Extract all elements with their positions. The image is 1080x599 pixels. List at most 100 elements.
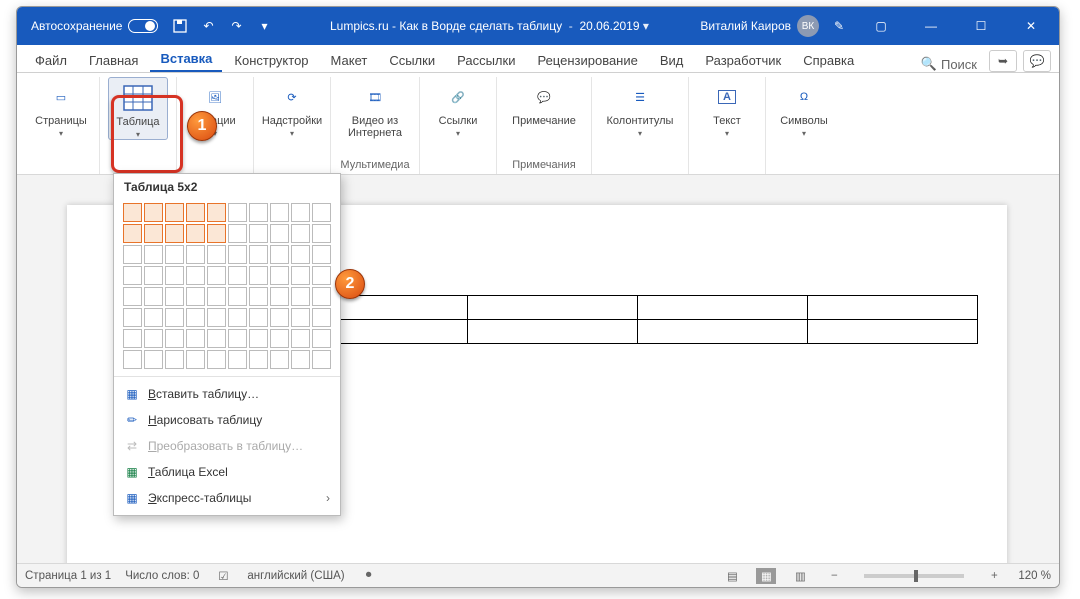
status-language[interactable]: английский (США) [247, 570, 344, 582]
grid-cell[interactable] [144, 245, 163, 264]
grid-cell[interactable] [186, 308, 205, 327]
grid-cell[interactable] [312, 245, 331, 264]
maximize-button[interactable]: ☐ [959, 7, 1003, 45]
coming-soon-icon[interactable]: ✎ [830, 17, 848, 35]
grid-cell[interactable] [207, 308, 226, 327]
grid-cell[interactable] [123, 245, 142, 264]
grid-cell[interactable] [249, 266, 268, 285]
grid-cell[interactable] [291, 224, 310, 243]
grid-cell[interactable] [270, 287, 289, 306]
symbols-button[interactable]: Ω Символы ▾ [774, 77, 834, 138]
status-words[interactable]: Число слов: 0 [125, 570, 199, 582]
macro-icon[interactable]: ⏺ [359, 568, 379, 584]
grid-cell[interactable] [207, 224, 226, 243]
grid-cell[interactable] [207, 287, 226, 306]
grid-cell[interactable] [249, 308, 268, 327]
grid-cell[interactable] [165, 308, 184, 327]
grid-cell[interactable] [207, 266, 226, 285]
minimize-button[interactable]: — [909, 7, 953, 45]
undo-icon[interactable]: ↶ [199, 17, 217, 35]
table-button[interactable]: Таблица ▾ [108, 77, 168, 140]
grid-cell[interactable] [291, 245, 310, 264]
grid-cell[interactable] [123, 224, 142, 243]
save-icon[interactable] [171, 17, 189, 35]
grid-cell[interactable] [186, 329, 205, 348]
grid-cell[interactable] [249, 287, 268, 306]
web-layout-icon[interactable]: ▥ [790, 568, 810, 584]
grid-cell[interactable] [270, 203, 289, 222]
grid-cell[interactable] [270, 350, 289, 369]
grid-cell[interactable] [144, 350, 163, 369]
text-button[interactable]: A Текст ▾ [697, 77, 757, 138]
tab-file[interactable]: Файл [25, 49, 77, 72]
grid-cell[interactable] [270, 266, 289, 285]
autosave-toggle[interactable] [128, 19, 158, 33]
spellcheck-icon[interactable]: ☑ [213, 568, 233, 584]
tab-help[interactable]: Справка [793, 49, 864, 72]
grid-cell[interactable] [144, 329, 163, 348]
comment-button[interactable]: 💬 Примечание [505, 77, 583, 127]
grid-cell[interactable] [186, 266, 205, 285]
menu-excel-table[interactable]: ▦ Таблица Excel [114, 459, 340, 485]
grid-cell[interactable] [228, 203, 247, 222]
grid-cell[interactable] [312, 308, 331, 327]
grid-cell[interactable] [312, 329, 331, 348]
menu-quick-tables[interactable]: ▦ Экспресс-таблицы › [114, 485, 340, 511]
grid-cell[interactable] [186, 203, 205, 222]
grid-cell[interactable] [249, 224, 268, 243]
avatar[interactable]: ВК [797, 15, 819, 37]
ribbon-display-icon[interactable]: ▢ [859, 7, 903, 45]
grid-cell[interactable] [165, 203, 184, 222]
grid-cell[interactable] [228, 287, 247, 306]
grid-cell[interactable] [291, 203, 310, 222]
pages-button[interactable]: ▭ Страницы ▾ [31, 77, 91, 138]
grid-cell[interactable] [291, 308, 310, 327]
grid-cell[interactable] [312, 203, 331, 222]
table-size-grid[interactable] [122, 202, 332, 370]
grid-cell[interactable] [228, 308, 247, 327]
read-mode-icon[interactable]: ▤ [722, 568, 742, 584]
grid-cell[interactable] [207, 350, 226, 369]
tab-mailings[interactable]: Рассылки [447, 49, 525, 72]
qat-dropdown-icon[interactable]: ▾ [255, 17, 273, 35]
grid-cell[interactable] [186, 245, 205, 264]
tab-insert[interactable]: Вставка [150, 47, 222, 72]
grid-cell[interactable] [312, 287, 331, 306]
addins-button[interactable]: ⟳ Надстройки ▾ [262, 77, 322, 138]
grid-cell[interactable] [249, 203, 268, 222]
links-button[interactable]: 🔗 Ссылки ▾ [428, 77, 488, 138]
grid-cell[interactable] [270, 329, 289, 348]
grid-cell[interactable] [291, 287, 310, 306]
grid-cell[interactable] [270, 245, 289, 264]
zoom-in-button[interactable]: + [984, 568, 1004, 584]
online-video-button[interactable]: 🎞 Видео из Интернета [339, 77, 411, 139]
zoom-label[interactable]: 120 % [1018, 570, 1051, 582]
tell-me-search[interactable]: 🔍 Поиск [915, 56, 983, 72]
grid-cell[interactable] [312, 266, 331, 285]
grid-cell[interactable] [228, 350, 247, 369]
grid-cell[interactable] [291, 350, 310, 369]
grid-cell[interactable] [123, 203, 142, 222]
grid-cell[interactable] [144, 287, 163, 306]
grid-cell[interactable] [165, 266, 184, 285]
grid-cell[interactable] [249, 329, 268, 348]
tab-developer[interactable]: Разработчик [695, 49, 791, 72]
grid-cell[interactable] [165, 350, 184, 369]
grid-cell[interactable] [312, 350, 331, 369]
comments-button[interactable]: 💬 [1023, 50, 1051, 72]
grid-cell[interactable] [312, 224, 331, 243]
grid-cell[interactable] [186, 350, 205, 369]
headers-button[interactable]: ☰ Колонтитулы ▾ [600, 77, 680, 138]
grid-cell[interactable] [291, 329, 310, 348]
grid-cell[interactable] [123, 287, 142, 306]
grid-cell[interactable] [165, 329, 184, 348]
tab-layout[interactable]: Макет [321, 49, 378, 72]
grid-cell[interactable] [291, 266, 310, 285]
grid-cell[interactable] [207, 245, 226, 264]
grid-cell[interactable] [165, 224, 184, 243]
grid-cell[interactable] [165, 287, 184, 306]
grid-cell[interactable] [165, 245, 184, 264]
grid-cell[interactable] [270, 308, 289, 327]
zoom-out-button[interactable]: − [824, 568, 844, 584]
status-page[interactable]: Страница 1 из 1 [25, 570, 111, 582]
